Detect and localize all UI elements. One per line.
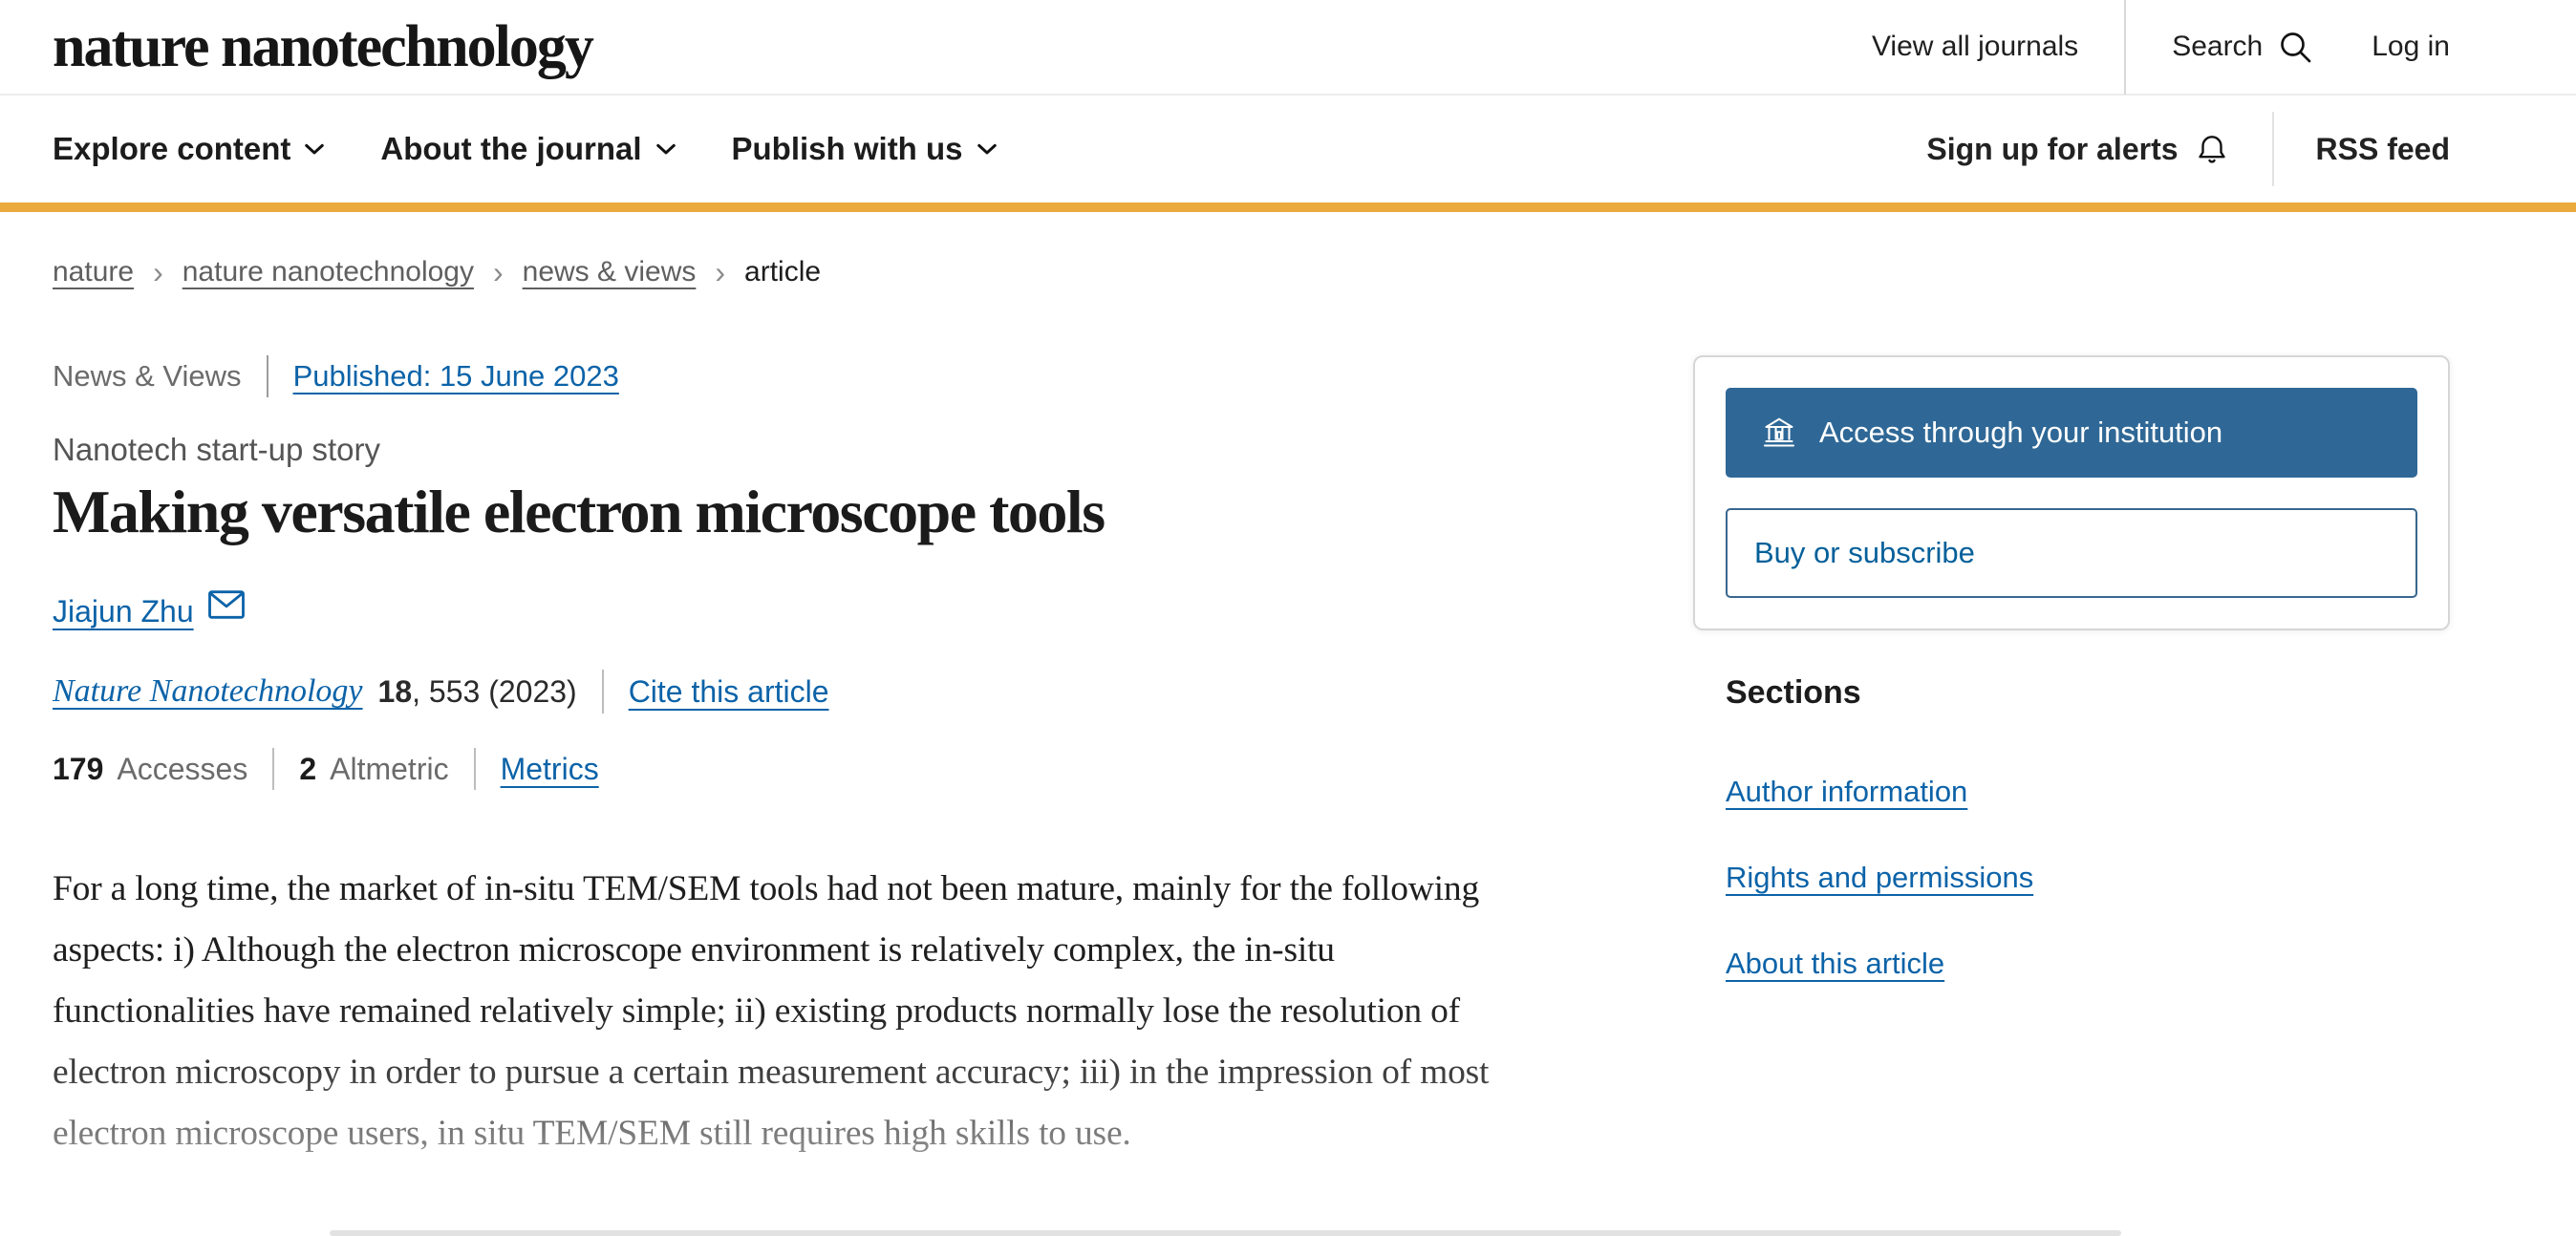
cite-this-article-link[interactable]: Cite this article — [629, 674, 829, 710]
section-link-about-this-article[interactable]: About this article — [1726, 947, 1944, 981]
search-icon — [2276, 28, 2314, 66]
article-kicker: Nanotech start-up story — [53, 432, 1543, 468]
altmetric-count: 2 — [299, 752, 316, 787]
meta-divider — [267, 355, 268, 397]
access-options-card: Access through your institution Buy or s… — [1693, 355, 2450, 630]
next-content-edge — [330, 1230, 2121, 1236]
accesses-label: Accesses — [117, 752, 247, 787]
search-label: Search — [2172, 31, 2263, 63]
citation-pages: , 553 (2023) — [412, 674, 577, 710]
breadcrumb-separator: › — [493, 257, 504, 288]
rss-feed-link[interactable]: RSS feed — [2316, 132, 2450, 167]
journal-nav: Explore content About the journal Publis… — [0, 96, 2576, 202]
article-meta: News & Views Published: 15 June 2023 — [53, 355, 1543, 397]
chevron-down-icon — [304, 142, 325, 157]
institution-icon — [1762, 416, 1796, 450]
signup-alerts-link[interactable]: Sign up for alerts — [1926, 131, 2229, 167]
nav-publish-with-us[interactable]: Publish with us — [732, 131, 998, 167]
view-all-journals-link[interactable]: View all journals — [1872, 31, 2078, 63]
site-header: nature nanotechnology View all journals … — [0, 0, 2576, 96]
chevron-down-icon — [977, 142, 998, 157]
accent-bar — [0, 202, 2576, 212]
metrics-divider — [474, 748, 476, 790]
nav-label: Publish with us — [732, 131, 963, 167]
breadcrumb-nature[interactable]: nature — [53, 256, 134, 288]
access-institution-button[interactable]: Access through your institution — [1726, 388, 2417, 478]
accesses-count: 179 — [53, 752, 103, 787]
breadcrumb-current: article — [744, 256, 821, 288]
breadcrumb-separator: › — [715, 257, 725, 288]
citation-divider — [602, 670, 604, 714]
article-sidebar: Access through your institution Buy or s… — [1693, 355, 2450, 1164]
search-button[interactable]: Search — [2172, 28, 2314, 66]
header-actions: View all journals Search Log in — [1872, 0, 2450, 94]
article-title: Making versatile electron microscope too… — [53, 476, 1543, 548]
article-body-wrap: For a long time, the market of in-situ T… — [53, 859, 1543, 1164]
author-link[interactable]: Jiajun Zhu — [53, 594, 194, 629]
access-institution-label: Access through your institution — [1819, 416, 2222, 450]
sections-nav: Sections Author information Rights and p… — [1693, 674, 2450, 981]
breadcrumb: nature › nature nanotechnology › news & … — [53, 256, 2450, 288]
bell-icon — [2194, 131, 2230, 167]
breadcrumb-journal[interactable]: nature nanotechnology — [182, 256, 474, 288]
header-divider — [2124, 0, 2126, 95]
nav-utilities: Sign up for alerts RSS feed — [1926, 96, 2450, 202]
breadcrumb-separator: › — [153, 257, 163, 288]
sections-title: Sections — [1726, 674, 2450, 712]
metrics-line: 179 Accesses 2 Altmetric Metrics — [53, 748, 1543, 790]
buy-or-subscribe-button[interactable]: Buy or subscribe — [1726, 508, 2417, 598]
buy-or-subscribe-label: Buy or subscribe — [1754, 536, 1975, 570]
section-link-rights-permissions[interactable]: Rights and permissions — [1726, 861, 2033, 895]
breadcrumb-news-views[interactable]: news & views — [523, 256, 697, 288]
article-main: News & Views Published: 15 June 2023 Nan… — [53, 355, 1543, 1164]
article-category: News & Views — [53, 359, 242, 394]
author-line: Jiajun Zhu — [53, 594, 1543, 629]
alerts-label: Sign up for alerts — [1926, 132, 2178, 167]
metrics-link[interactable]: Metrics — [501, 752, 599, 787]
nav-explore-content[interactable]: Explore content — [53, 131, 325, 167]
nav-divider — [2272, 112, 2274, 186]
journal-link[interactable]: Nature Nanotechnology — [53, 673, 363, 710]
mail-icon[interactable] — [207, 589, 246, 620]
citation-line: Nature Nanotechnology 18 , 553 (2023) Ci… — [53, 670, 1543, 714]
article-body: For a long time, the market of in-situ T… — [53, 859, 1543, 1164]
altmetric-label: Altmetric — [330, 752, 448, 787]
section-link-author-information[interactable]: Author information — [1726, 775, 1967, 809]
journal-logo[interactable]: nature nanotechnology — [53, 13, 592, 81]
published-date-link[interactable]: Published: 15 June 2023 — [293, 359, 619, 394]
metrics-divider — [272, 748, 274, 790]
nav-label: Explore content — [53, 131, 290, 167]
nav-about-the-journal[interactable]: About the journal — [380, 131, 676, 167]
chevron-down-icon — [655, 142, 676, 157]
citation-volume: 18 — [378, 674, 413, 710]
nav-label: About the journal — [380, 131, 641, 167]
nav-menu: Explore content About the journal Publis… — [53, 131, 998, 167]
login-link[interactable]: Log in — [2372, 31, 2450, 63]
